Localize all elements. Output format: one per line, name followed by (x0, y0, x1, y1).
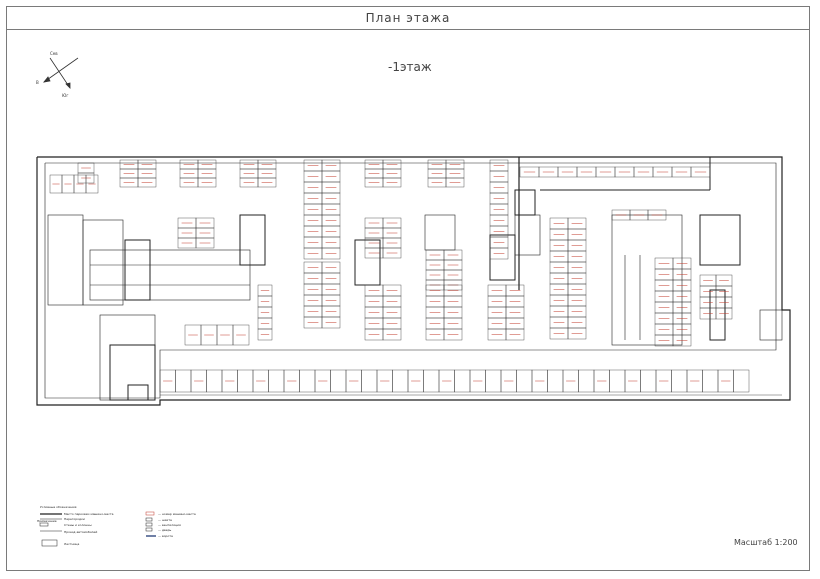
parking-stall (547, 369, 564, 393)
legend-right-1: — шахта (158, 518, 172, 522)
compass-east: В (36, 80, 39, 85)
legend-right-3: — дверь (158, 528, 172, 532)
parking-stall (702, 369, 719, 393)
parking-stall (640, 369, 657, 393)
legend-item-4: Лестница (64, 542, 79, 546)
legend-right-4: — ворота (158, 534, 173, 538)
legend-caption: Условные обозначения (40, 505, 77, 509)
structures (47, 157, 783, 401)
legend: Условные обозначения Примечание Место па… (37, 505, 196, 547)
parking-stall (671, 369, 688, 393)
legend-right-2: — вентиляция (158, 523, 181, 527)
legend-item-1: Перегородки (64, 517, 85, 521)
legend-side-note: Примечание (37, 519, 57, 523)
legend-item-3: Проезд автомобилей (64, 530, 97, 534)
parking-stall (454, 369, 471, 393)
parking-stall (578, 369, 595, 393)
parking-stall (609, 369, 626, 393)
parking-stall (268, 369, 285, 393)
parking-stall (175, 369, 192, 393)
parking-stall (330, 369, 347, 393)
legend-item-2: Стены и колонны (64, 523, 92, 527)
compass-icon: Сев Юг В (36, 51, 79, 98)
parking-stall (237, 369, 254, 393)
legend-right-0: — номер машино-места (158, 512, 196, 516)
parking-stall (392, 369, 409, 393)
compass-south: Юг (62, 93, 68, 98)
parking-stall (361, 369, 378, 393)
compass-north: Сев (50, 51, 58, 56)
parking-stall (423, 369, 440, 393)
legend-item-0: Место парковки машино-места (64, 512, 114, 516)
floor-plan: Сев Юг В Условные обозначения Примечание… (36, 51, 791, 547)
parking-stall (733, 369, 750, 393)
parking-stall (485, 369, 502, 393)
parking-stall (516, 369, 533, 393)
parking-stall (206, 369, 223, 393)
parking-stall (299, 369, 316, 393)
